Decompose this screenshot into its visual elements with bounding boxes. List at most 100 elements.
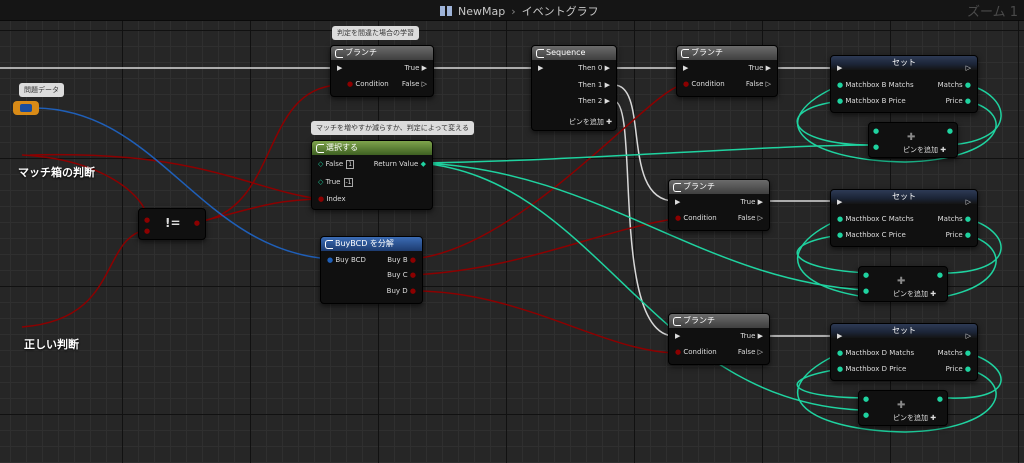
condition-pin[interactable]: ● Condition bbox=[347, 80, 389, 88]
int-pin-icon[interactable]: ● bbox=[863, 287, 869, 295]
add-pin-button[interactable]: ピンを追加 ✚ bbox=[903, 145, 946, 155]
false-value-field[interactable]: 1 bbox=[346, 160, 355, 169]
then2-pin[interactable]: Then 2 ▶ bbox=[578, 97, 610, 105]
sequence-node[interactable]: Sequence ▶ Then 0 ▶ Then 1 ▶ Then 2 ▶ ピン… bbox=[531, 45, 617, 131]
branch-node[interactable]: ブランチ ▶ ● Condition True ▶ False ▷ bbox=[676, 45, 778, 97]
then1-pin[interactable]: Then 1 ▶ bbox=[578, 81, 610, 89]
comment-bubble[interactable]: 判定を間違た場合の学習 bbox=[332, 26, 419, 40]
matchs-in-pin[interactable]: ● Macthbox D Matchs bbox=[837, 349, 914, 357]
false-pin[interactable]: False ▷ bbox=[738, 348, 763, 356]
not-equal-node[interactable]: ● ● != ● bbox=[138, 208, 206, 240]
condition-pin[interactable]: ● Condition bbox=[675, 214, 717, 222]
select-icon bbox=[316, 144, 324, 153]
node-header: Sequence bbox=[532, 46, 616, 60]
false-pin[interactable]: False ▷ bbox=[402, 80, 427, 88]
not-equal-symbol: != bbox=[165, 216, 181, 230]
exec-in-pin[interactable]: ▶ bbox=[837, 198, 842, 206]
int-pin-icon: ● bbox=[964, 349, 971, 357]
int-pin-icon: ● bbox=[837, 349, 844, 357]
bool-pin-icon: ● bbox=[675, 214, 682, 222]
int-pin-icon[interactable]: ● bbox=[873, 143, 879, 151]
add-node[interactable]: ● ● ● ✚ ピンを追加 ✚ bbox=[858, 266, 948, 302]
variable-getter-node[interactable] bbox=[13, 101, 39, 115]
exec-out-pin[interactable]: ▷ bbox=[966, 198, 971, 206]
struct-in-pin[interactable]: ● Buy BCD bbox=[327, 256, 366, 264]
set-node[interactable]: セット ▶ ▷ ● Macthbox D Matchs ● Macthbox D… bbox=[830, 323, 978, 381]
comment-bubble[interactable]: 問題データ bbox=[19, 83, 64, 97]
break-icon bbox=[325, 240, 333, 249]
int-pin-icon[interactable]: ● bbox=[937, 395, 943, 403]
plus-icon: ✚ bbox=[897, 400, 906, 411]
matchs-out-pin[interactable]: Matchs ● bbox=[938, 215, 971, 223]
int-pin-icon: ● bbox=[837, 365, 844, 373]
matchs-out-pin[interactable]: Matchs ● bbox=[938, 81, 971, 89]
buy-c-pin[interactable]: Buy C ● bbox=[387, 271, 416, 279]
set-node[interactable]: セット ▶ ▷ ● Macthbox C Matchs ● Macthbox C… bbox=[830, 189, 978, 247]
branch-icon bbox=[681, 49, 689, 58]
exec-in-pin[interactable]: ▶ bbox=[538, 64, 543, 72]
condition-pin[interactable]: ● Condition bbox=[683, 80, 725, 88]
exec-in-pin[interactable]: ▶ bbox=[675, 332, 680, 340]
true-option-pin[interactable]: ◇ True -1 bbox=[318, 178, 354, 187]
add-node[interactable]: ● ● ● ✚ ピンを追加 ✚ bbox=[868, 122, 958, 158]
sequence-icon bbox=[536, 49, 544, 58]
true-pin[interactable]: True ▶ bbox=[405, 64, 427, 72]
branch-node[interactable]: ブランチ ▶ ● Condition True ▶ False ▷ bbox=[668, 313, 770, 365]
add-pin-button[interactable]: ピンを追加 ✚ bbox=[893, 289, 936, 299]
branch-node[interactable]: ブランチ ▶ ● Condition True ▶ False ▷ bbox=[668, 179, 770, 231]
matchs-in-pin[interactable]: ● Macthbox C Matchs bbox=[837, 215, 914, 223]
true-pin[interactable]: True ▶ bbox=[741, 198, 763, 206]
price-out-pin[interactable]: Price ● bbox=[946, 231, 971, 239]
set-node[interactable]: セット ▶ ▷ ● Matchbox B Matchs ● Matchbox B… bbox=[830, 55, 978, 113]
int-pin-icon[interactable]: ● bbox=[863, 411, 869, 419]
select-node[interactable]: 選択する ◇ False 1 ◇ True -1 ● Index Return Va… bbox=[311, 140, 433, 210]
add-pin-button[interactable]: ピンを追加 ✚ bbox=[569, 117, 612, 127]
false-option-pin[interactable]: ◇ False 1 bbox=[318, 160, 355, 169]
index-pin[interactable]: ● Index bbox=[318, 195, 346, 203]
buy-b-pin[interactable]: Buy B ● bbox=[387, 256, 416, 264]
false-pin[interactable]: False ▷ bbox=[746, 80, 771, 88]
matchs-out-pin[interactable]: Matchs ● bbox=[938, 349, 971, 357]
true-pin[interactable]: True ▶ bbox=[741, 332, 763, 340]
return-value-pin[interactable]: Return Value ◆ bbox=[374, 160, 426, 168]
exec-out-pin[interactable]: ▷ bbox=[966, 64, 971, 72]
branch-node[interactable]: ブランチ ▶ ● Condition True ▶ False ▷ bbox=[330, 45, 434, 97]
true-pin[interactable]: True ▶ bbox=[749, 64, 771, 72]
condition-pin[interactable]: ● Condition bbox=[675, 348, 717, 356]
then0-pin[interactable]: Then 0 ▶ bbox=[578, 64, 610, 72]
bool-out-pin[interactable]: ● bbox=[194, 219, 200, 227]
price-out-pin[interactable]: Price ● bbox=[946, 365, 971, 373]
bool-in-pin[interactable]: ● bbox=[144, 227, 150, 235]
exec-in-pin[interactable]: ▶ bbox=[337, 64, 342, 72]
node-header: セット bbox=[831, 324, 977, 338]
bool-wire bbox=[411, 290, 675, 354]
int-wire bbox=[420, 144, 876, 164]
price-in-pin[interactable]: ● Matchbox B Price bbox=[837, 97, 906, 105]
add-pin-button[interactable]: ピンを追加 ✚ bbox=[893, 413, 936, 423]
price-out-pin[interactable]: Price ● bbox=[946, 97, 971, 105]
int-pin-icon: ● bbox=[964, 97, 971, 105]
int-pin-icon[interactable]: ● bbox=[863, 271, 869, 279]
exec-in-pin[interactable]: ▶ bbox=[837, 332, 842, 340]
exec-in-pin[interactable]: ▶ bbox=[683, 64, 688, 72]
price-in-pin[interactable]: ● Macthbox D Price bbox=[837, 365, 906, 373]
buy-d-pin[interactable]: Buy D ● bbox=[387, 287, 416, 295]
comment-bubble[interactable]: マッチを増やすか減らすか、判定によって変える bbox=[311, 121, 474, 135]
bool-in-pin[interactable]: ● bbox=[144, 216, 150, 224]
node-header: ブランチ bbox=[331, 46, 433, 60]
exec-in-pin[interactable]: ▶ bbox=[675, 198, 680, 206]
int-pin-icon[interactable]: ● bbox=[873, 127, 879, 135]
int-pin-icon[interactable]: ● bbox=[863, 395, 869, 403]
exec-in-pin[interactable]: ▶ bbox=[837, 64, 842, 72]
matchs-in-pin[interactable]: ● Matchbox B Matchs bbox=[837, 81, 914, 89]
variable-label[interactable]: 正しい判断 bbox=[24, 336, 79, 352]
add-node[interactable]: ● ● ● ✚ ピンを追加 ✚ bbox=[858, 390, 948, 426]
exec-out-pin[interactable]: ▷ bbox=[966, 332, 971, 340]
true-value-field[interactable]: -1 bbox=[343, 178, 354, 187]
variable-label[interactable]: マッチ箱の判断 bbox=[18, 164, 95, 180]
int-pin-icon[interactable]: ● bbox=[947, 127, 953, 135]
int-pin-icon[interactable]: ● bbox=[937, 271, 943, 279]
break-struct-node[interactable]: BuyBCD を分解 ● Buy BCD Buy B ● Buy C ● Buy… bbox=[320, 236, 423, 304]
false-pin[interactable]: False ▷ bbox=[738, 214, 763, 222]
price-in-pin[interactable]: ● Macthbox C Price bbox=[837, 231, 906, 239]
